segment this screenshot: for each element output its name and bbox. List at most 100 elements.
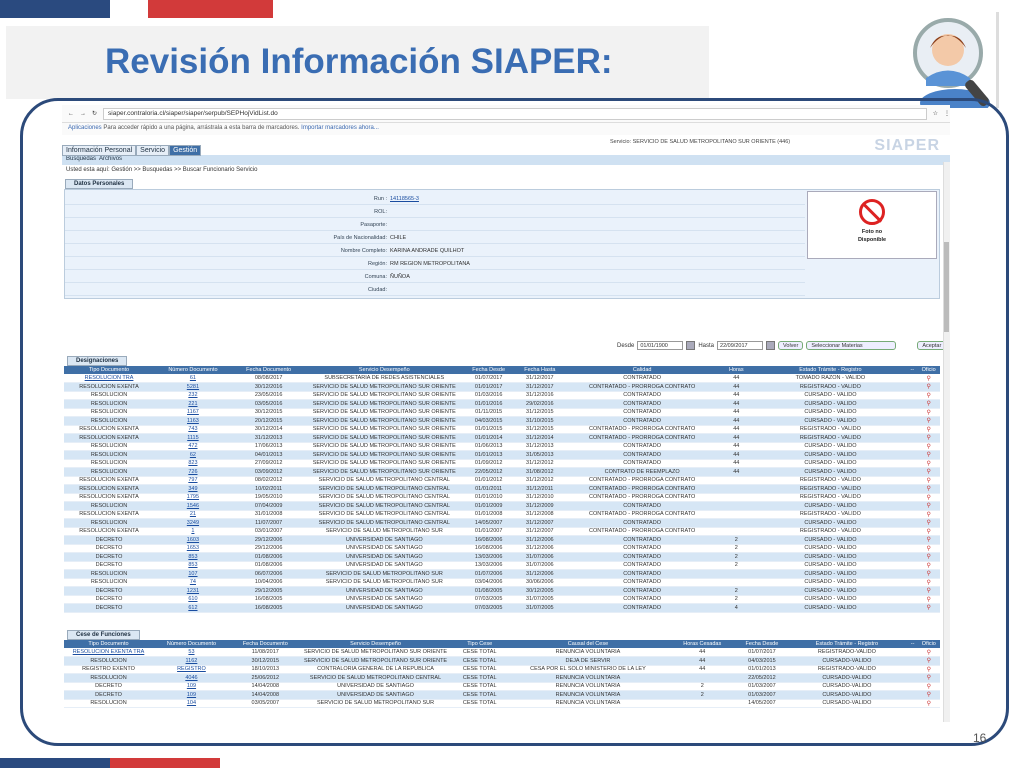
table-cell[interactable]: RESOLUCION TRA — [64, 374, 155, 383]
oficio-icon[interactable]: ⚲ — [917, 450, 940, 460]
table-cell[interactable]: 612 — [154, 603, 232, 613]
oficio-icon[interactable]: ⚲ — [917, 501, 940, 511]
table-cell[interactable]: 743 — [154, 425, 232, 434]
oficio-icon[interactable]: ⚲ — [917, 690, 940, 700]
table-cell[interactable]: 104 — [153, 699, 230, 708]
address-bar[interactable]: siaper.contraloria.cl/siaper/siaper/serp… — [103, 107, 927, 120]
table-cell[interactable]: 1163 — [154, 416, 232, 426]
apps-link[interactable]: Aplicaciones — [68, 125, 102, 131]
calendar-icon[interactable] — [766, 341, 776, 350]
table-cell[interactable]: 3249 — [154, 518, 232, 528]
oficio-icon[interactable]: ⚲ — [917, 656, 940, 666]
table-cell[interactable]: 21 — [154, 510, 232, 519]
oficio-icon[interactable]: ⚲ — [917, 518, 940, 528]
oficio-icon[interactable]: ⚲ — [917, 476, 940, 485]
oficio-icon[interactable]: ⚲ — [917, 484, 940, 494]
table-cell[interactable]: 1795 — [154, 493, 232, 502]
table-cell[interactable]: 1653 — [154, 544, 232, 553]
tab-gestion[interactable]: Gestión — [169, 145, 202, 156]
table-cell[interactable]: 797 — [154, 476, 232, 485]
table-cell[interactable]: 62 — [154, 450, 232, 460]
back-icon[interactable]: ← — [68, 111, 74, 117]
table-cell[interactable]: 61 — [154, 374, 232, 383]
oficio-icon[interactable]: ⚲ — [917, 673, 940, 683]
table-cell[interactable]: 107 — [154, 569, 232, 579]
seleccionar-materias-button[interactable]: Seleccionar Materias — [806, 341, 897, 350]
tab-servicio[interactable]: Servicio — [136, 145, 170, 156]
oficio-icon[interactable]: ⚲ — [917, 665, 940, 674]
oficio-icon[interactable]: ⚲ — [917, 391, 940, 400]
scrollbar-thumb[interactable] — [944, 242, 949, 332]
oficio-icon[interactable]: ⚲ — [917, 595, 940, 604]
table-cell[interactable]: 232 — [154, 391, 232, 400]
table-cell[interactable]: 1603 — [154, 535, 232, 545]
oficio-icon[interactable]: ⚲ — [917, 433, 940, 443]
reload-icon[interactable]: ↻ — [92, 110, 97, 117]
table-cell: 14/04/2008 — [229, 690, 301, 700]
oficio-icon[interactable]: ⚲ — [917, 552, 940, 562]
oficio-icon[interactable]: ⚲ — [917, 544, 940, 553]
table-cell[interactable]: 1115 — [154, 433, 232, 443]
table-cell[interactable]: 109 — [153, 682, 230, 691]
volver-button[interactable]: Volver — [778, 341, 804, 350]
table-cell[interactable]: 853 — [154, 561, 232, 570]
table-cell[interactable]: RESOLUCION EXENTA TRA — [64, 648, 154, 657]
table-cell[interactable]: 472 — [154, 442, 232, 451]
table-cell[interactable]: REGISTRO — [153, 665, 230, 674]
aceptar-button[interactable]: Aceptar — [917, 341, 947, 350]
tab-informacion-personal[interactable]: Información Personal — [62, 145, 137, 156]
oficio-icon[interactable]: ⚲ — [917, 586, 940, 596]
oficio-icon[interactable]: ⚲ — [917, 493, 940, 502]
forward-icon[interactable]: → — [80, 111, 86, 117]
table-cell[interactable]: 1231 — [154, 586, 232, 596]
desde-input[interactable]: 01/01/1900 — [637, 341, 684, 350]
section-datos-personales[interactable]: Datos Personales — [65, 179, 134, 189]
oficio-icon[interactable]: ⚲ — [917, 459, 940, 468]
oficio-icon[interactable]: ⚲ — [917, 699, 940, 708]
oficio-icon[interactable]: ⚲ — [917, 374, 940, 383]
oficio-icon[interactable]: ⚲ — [917, 682, 940, 691]
oficio-icon[interactable]: ⚲ — [917, 603, 940, 613]
oficio-icon[interactable]: ⚲ — [917, 382, 940, 392]
oficio-icon[interactable]: ⚲ — [917, 399, 940, 409]
table-cell[interactable]: 1167 — [154, 408, 232, 417]
calendar-icon[interactable] — [686, 341, 696, 350]
section-cese-funciones[interactable]: Cese de Funciones — [67, 630, 140, 640]
hasta-input[interactable]: 22/09/2017 — [717, 341, 764, 350]
field-value[interactable]: 14118565-3 — [390, 194, 419, 204]
oficio-icon[interactable]: ⚲ — [917, 527, 940, 536]
table-cell: CONTRATADO — [565, 450, 719, 460]
table-cell[interactable]: 823 — [154, 459, 232, 468]
oficio-icon[interactable]: ⚲ — [917, 408, 940, 417]
scrollbar[interactable] — [943, 162, 950, 722]
menu-icon[interactable]: ⋮ — [944, 110, 950, 117]
oficio-icon[interactable]: ⚲ — [917, 416, 940, 426]
oficio-icon[interactable]: ⚲ — [917, 535, 940, 545]
oficio-icon[interactable]: ⚲ — [917, 561, 940, 570]
table-cell[interactable]: 853 — [154, 552, 232, 562]
star-icon[interactable]: ☆ — [933, 110, 938, 117]
table-cell[interactable]: 74 — [154, 578, 232, 587]
table-cell[interactable]: 610 — [154, 595, 232, 604]
import-bookmarks-link[interactable]: Importar marcadores ahora... — [301, 125, 379, 131]
oficio-icon[interactable]: ⚲ — [917, 425, 940, 434]
oficio-icon[interactable]: ⚲ — [917, 648, 940, 657]
table-cell[interactable]: 5281 — [154, 382, 232, 392]
oficio-icon[interactable]: ⚲ — [917, 467, 940, 477]
table-cell[interactable]: 1162 — [153, 656, 230, 666]
table-cell[interactable]: 349 — [154, 484, 232, 494]
section-designaciones[interactable]: Designaciones — [67, 356, 128, 366]
oficio-icon[interactable]: ⚲ — [917, 569, 940, 579]
table-cell[interactable]: 53 — [153, 648, 230, 657]
menu-archivos[interactable]: Archivos — [99, 156, 122, 162]
oficio-icon[interactable]: ⚲ — [917, 442, 940, 451]
table-cell[interactable]: 726 — [154, 467, 232, 477]
menu-busquedas[interactable]: Busquedas — [66, 156, 96, 162]
oficio-icon[interactable]: ⚲ — [917, 510, 940, 519]
table-cell[interactable]: 1 — [154, 527, 232, 536]
table-cell[interactable]: 221 — [154, 399, 232, 409]
table-cell[interactable]: 109 — [153, 690, 230, 700]
oficio-icon[interactable]: ⚲ — [917, 578, 940, 587]
table-cell[interactable]: 1546 — [154, 501, 232, 511]
table-cell[interactable]: 4046 — [153, 673, 230, 683]
